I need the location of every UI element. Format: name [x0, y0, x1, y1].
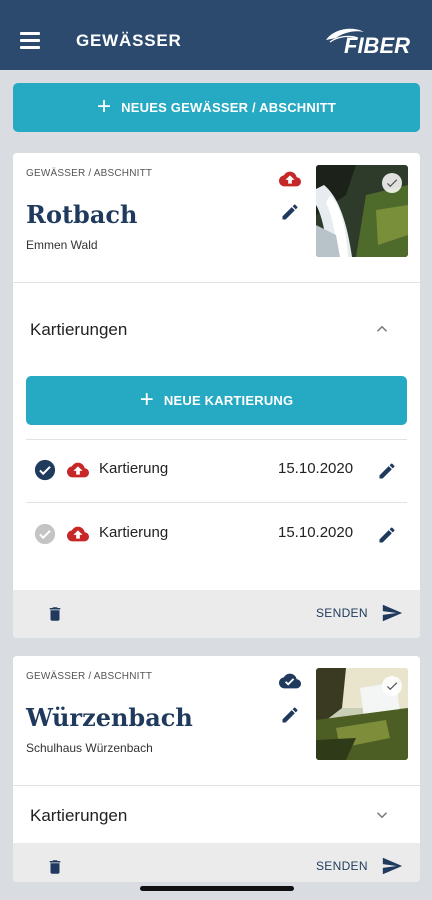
app-bar: GEWÄSSER FIBER: [0, 0, 432, 70]
edit-icon[interactable]: [377, 461, 397, 481]
edit-icon[interactable]: [377, 525, 397, 545]
water-name: Würzenbach: [26, 703, 193, 732]
water-photo[interactable]: [316, 668, 408, 760]
send-icon[interactable]: [380, 855, 404, 877]
water-location: Schulhaus Würzenbach: [26, 741, 153, 755]
send-button[interactable]: SENDEN: [316, 859, 368, 873]
water-photo[interactable]: [316, 165, 408, 257]
menu-icon[interactable]: [20, 32, 40, 49]
new-mapping-button-label: NEUE KARTIERUNG: [163, 393, 294, 408]
cloud-done-icon[interactable]: [276, 670, 304, 692]
water-location: Emmen Wald: [26, 238, 98, 252]
home-indicator[interactable]: [140, 886, 294, 891]
plus-icon: +: [96, 92, 112, 120]
mapping-row[interactable]: Kartierung 15.10.2020: [26, 503, 407, 565]
new-mapping-button[interactable]: + NEUE KARTIERUNG: [26, 376, 407, 425]
checked-circle-icon[interactable]: [34, 459, 56, 481]
cloud-upload-icon: [67, 526, 89, 542]
mapping-date: 15.10.2020: [278, 460, 354, 477]
cloud-upload-icon: [67, 462, 89, 478]
edit-icon[interactable]: [280, 705, 300, 725]
mapping-row[interactable]: Kartierung 15.10.2020: [26, 439, 407, 501]
divider: [13, 785, 420, 786]
send-icon[interactable]: [380, 602, 404, 624]
plus-icon: +: [139, 385, 154, 413]
svg-text:FIBER: FIBER: [344, 33, 410, 58]
cloud-upload-icon[interactable]: [276, 168, 304, 190]
water-card-wuerzenbach: GEWÄSSER / ABSCHNITT Würzenbach Schulhau…: [13, 656, 420, 882]
mapping-date: 15.10.2020: [278, 524, 354, 541]
water-card-rotbach: GEWÄSSER / ABSCHNITT Rotbach Emmen Wald …: [13, 153, 420, 638]
check-icon: [382, 676, 402, 696]
send-button[interactable]: SENDEN: [316, 606, 368, 620]
card-kicker: GEWÄSSER / ABSCHNITT: [26, 168, 153, 179]
trash-icon[interactable]: [46, 603, 64, 625]
card-kicker: GEWÄSSER / ABSCHNITT: [26, 671, 153, 682]
chevron-down-icon[interactable]: [373, 806, 391, 824]
trash-icon[interactable]: [46, 856, 64, 878]
unchecked-circle-icon[interactable]: [34, 523, 56, 545]
mapping-label: Kartierung: [99, 460, 169, 477]
new-water-button-label: NEUES GEWÄSSER / ABSCHNITT: [121, 100, 337, 115]
check-icon: [382, 173, 402, 193]
divider: [13, 282, 420, 283]
card-footer: SENDEN: [13, 590, 420, 638]
mapping-label: Kartierung: [99, 524, 169, 541]
edit-icon[interactable]: [280, 202, 300, 222]
chevron-up-icon[interactable]: [373, 320, 391, 338]
mappings-section-title: Kartierungen: [30, 320, 128, 339]
mappings-section-title: Kartierungen: [30, 806, 128, 825]
card-footer: SENDEN: [13, 843, 420, 882]
new-water-button[interactable]: + NEUES GEWÄSSER / ABSCHNITT: [13, 83, 420, 132]
water-name: Rotbach: [26, 200, 138, 229]
fiber-logo: FIBER: [326, 28, 410, 58]
page-title: GEWÄSSER: [76, 31, 182, 50]
